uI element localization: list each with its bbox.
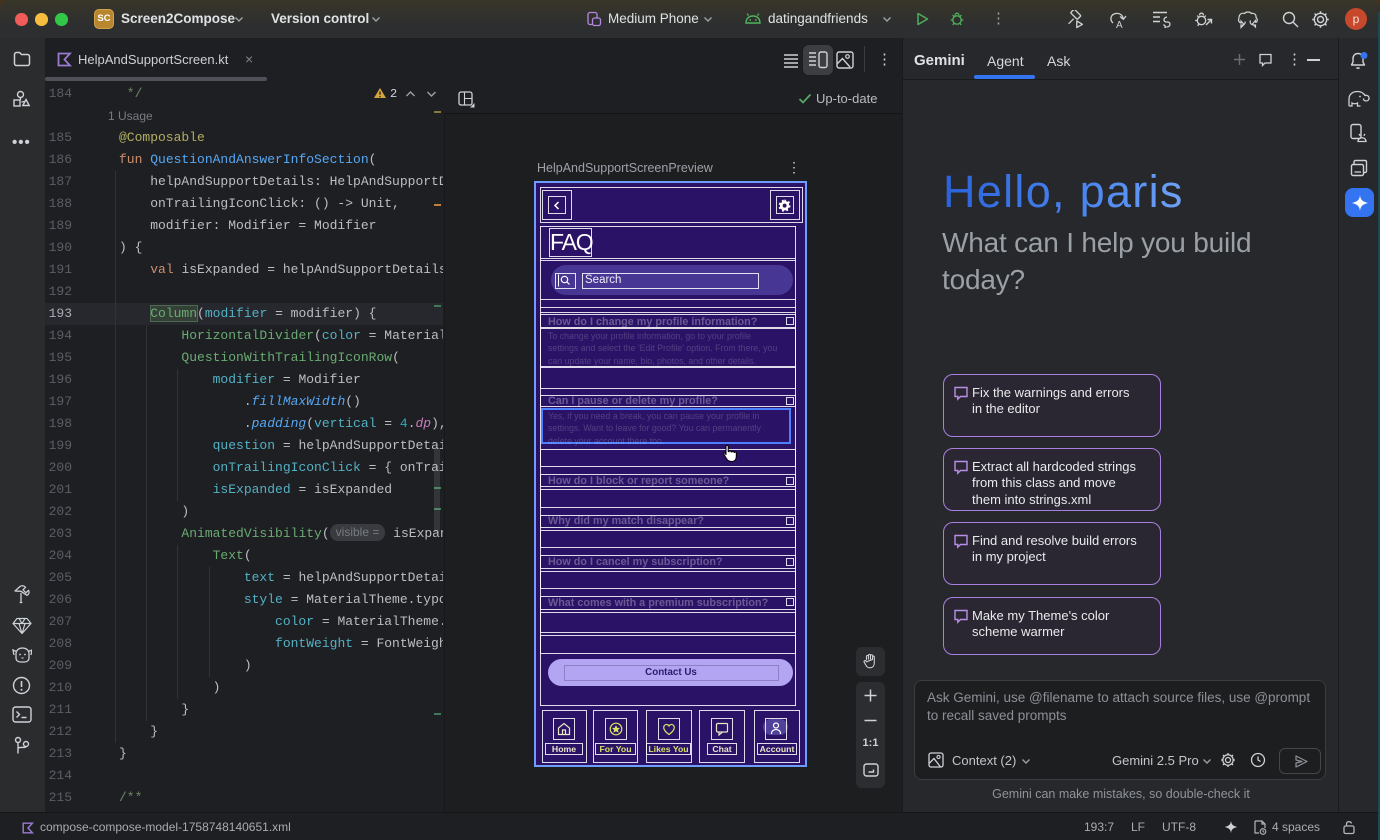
svg-text:A: A — [1116, 20, 1123, 29]
